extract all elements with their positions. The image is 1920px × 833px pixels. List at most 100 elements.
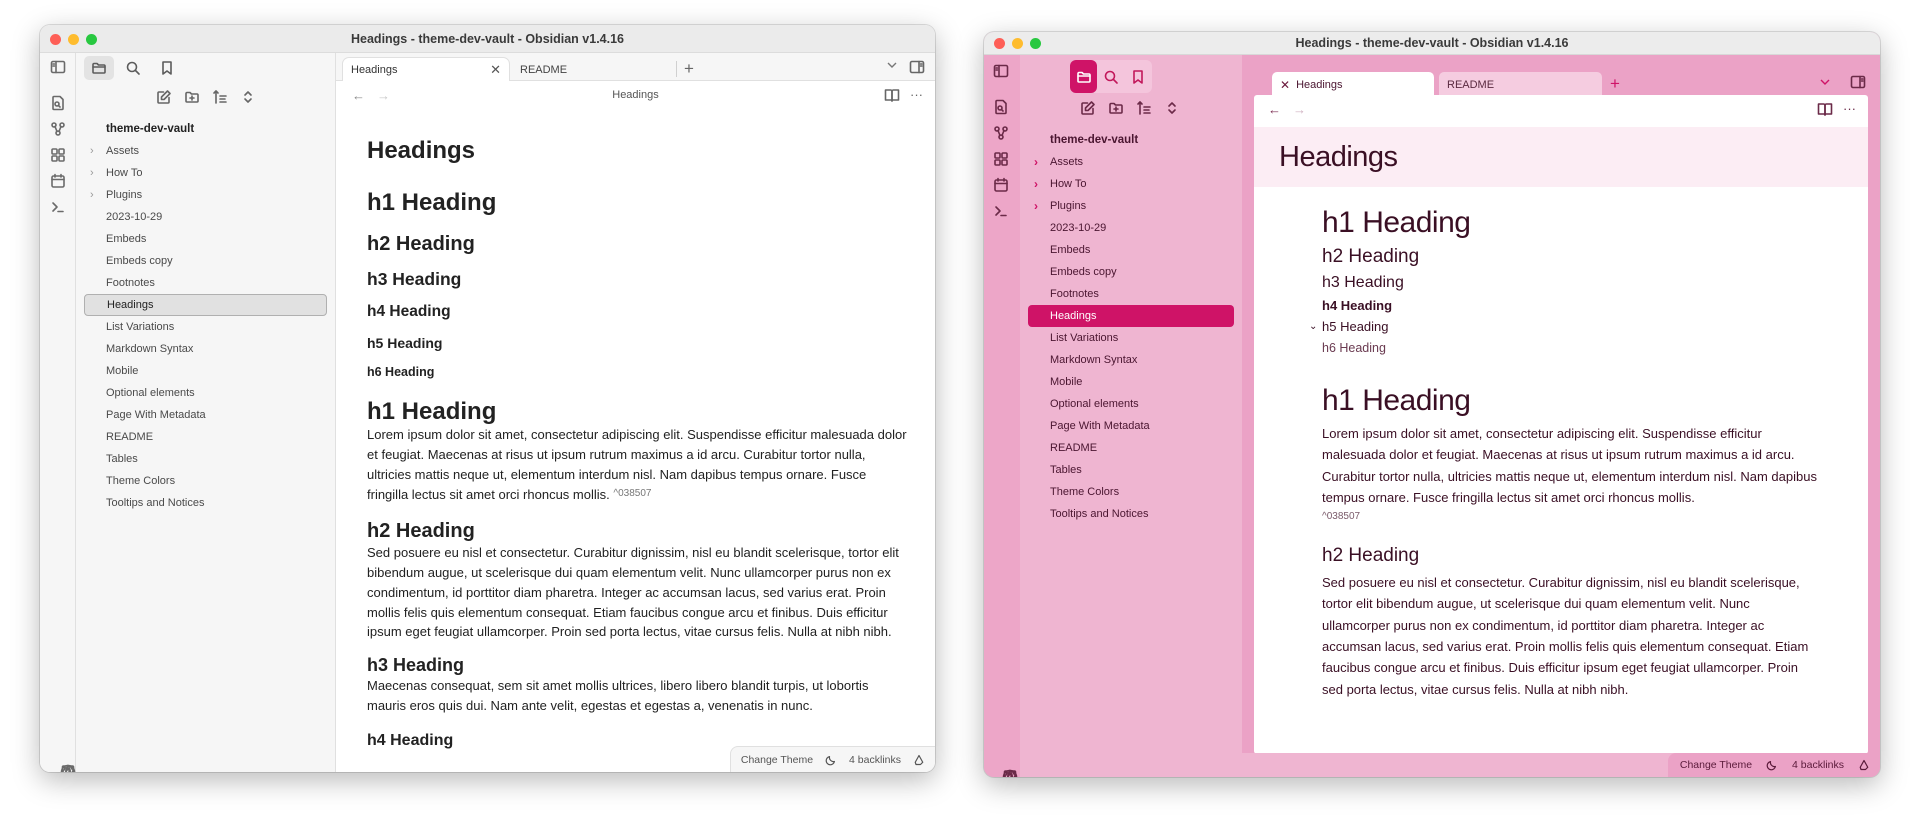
file-item[interactable]: Tables: [1028, 459, 1234, 481]
canvas-icon[interactable]: [993, 151, 1009, 167]
file-item[interactable]: Embeds copy: [1028, 261, 1234, 283]
new-folder-icon[interactable]: [184, 89, 200, 105]
file-item[interactable]: Mobile: [84, 360, 327, 382]
sidebar-toggle-icon[interactable]: [50, 59, 66, 75]
file-item[interactable]: List Variations: [84, 316, 327, 338]
canvas-icon[interactable]: [50, 147, 66, 163]
inline-title[interactable]: Headings: [1279, 141, 1398, 174]
file-item[interactable]: Tooltips and Notices: [84, 492, 327, 514]
new-folder-icon[interactable]: [1108, 100, 1124, 116]
folder-item[interactable]: › How To: [84, 162, 327, 184]
file-item[interactable]: Optional elements: [1028, 393, 1234, 415]
file-item[interactable]: Optional elements: [84, 382, 327, 404]
file-item[interactable]: Page With Metadata: [1028, 415, 1234, 437]
command-palette-icon[interactable]: [993, 203, 1009, 219]
file-item[interactable]: Markdown Syntax: [84, 338, 327, 360]
bookmarks-tab[interactable]: [152, 56, 182, 80]
file-item[interactable]: Tables: [84, 448, 327, 470]
file-item[interactable]: Footnotes: [84, 272, 327, 294]
sync-status-icon[interactable]: [913, 754, 925, 766]
reading-view-book-icon[interactable]: [1817, 101, 1833, 117]
new-note-icon[interactable]: [1080, 100, 1096, 116]
graph-view-icon[interactable]: [50, 121, 66, 137]
files-tab[interactable]: [1070, 60, 1098, 93]
bookmarks-tab[interactable]: [1125, 60, 1152, 93]
inline-title[interactable]: Headings: [367, 137, 907, 167]
right-sidebar-toggle-icon[interactable]: [909, 59, 925, 75]
change-theme-button[interactable]: Change Theme: [1680, 759, 1752, 771]
tab-readme[interactable]: README: [512, 57, 672, 82]
sync-status-icon[interactable]: [1858, 759, 1870, 771]
quick-switcher-icon[interactable]: [993, 99, 1009, 115]
change-theme-button[interactable]: Change Theme: [741, 754, 813, 766]
graph-view-icon[interactable]: [993, 125, 1009, 141]
settings-gear-icon[interactable]: [60, 764, 76, 772]
chevron-right-icon[interactable]: ›: [1034, 151, 1038, 173]
close-tab-icon[interactable]: ✕: [490, 62, 501, 78]
daily-note-calendar-icon[interactable]: [993, 177, 1009, 193]
chevron-right-icon[interactable]: ›: [1034, 173, 1038, 195]
folder-item[interactable]: › How To: [1028, 173, 1234, 195]
chevron-right-icon[interactable]: ›: [1034, 195, 1038, 217]
moon-icon[interactable]: [1766, 759, 1778, 771]
vault-root[interactable]: theme-dev-vault: [76, 118, 335, 140]
backlinks-count[interactable]: 4 backlinks: [1792, 759, 1844, 771]
file-item[interactable]: Mobile: [1028, 371, 1234, 393]
moon-icon[interactable]: [825, 754, 837, 766]
close-window-button[interactable]: [994, 38, 1005, 49]
file-item[interactable]: Page With Metadata: [84, 404, 327, 426]
minimize-window-button[interactable]: [68, 34, 79, 45]
search-tab[interactable]: [118, 56, 148, 80]
collapse-all-icon[interactable]: [240, 89, 256, 105]
settings-gear-icon[interactable]: [1002, 769, 1018, 777]
folder-item[interactable]: › Plugins: [84, 184, 327, 206]
forward-arrow-icon[interactable]: →: [1293, 102, 1306, 117]
command-palette-icon[interactable]: [50, 199, 66, 215]
folder-item[interactable]: › Plugins: [1028, 195, 1234, 217]
view-title[interactable]: Headings: [336, 89, 935, 101]
file-item[interactable]: Embeds copy: [84, 250, 327, 272]
files-tab[interactable]: [84, 56, 114, 80]
reading-view-book-icon[interactable]: [884, 87, 900, 103]
close-window-button[interactable]: [50, 34, 61, 45]
zoom-window-button[interactable]: [86, 34, 97, 45]
file-item[interactable]: Headings: [1028, 305, 1234, 327]
new-note-icon[interactable]: [156, 89, 172, 105]
zoom-window-button[interactable]: [1030, 38, 1041, 49]
file-item[interactable]: Embeds: [84, 228, 327, 250]
file-item[interactable]: Embeds: [1028, 239, 1234, 261]
more-options-icon[interactable]: ···: [910, 87, 923, 103]
tab-headings[interactable]: Headings ✕: [342, 57, 510, 82]
file-item[interactable]: Footnotes: [1028, 283, 1234, 305]
sidebar-toggle-icon[interactable]: [993, 63, 1009, 79]
sort-icon[interactable]: [1136, 100, 1152, 116]
folder-item[interactable]: › Assets: [1028, 151, 1234, 173]
file-item[interactable]: Theme Colors: [84, 470, 327, 492]
file-item[interactable]: README: [1028, 437, 1234, 459]
file-item[interactable]: Theme Colors: [1028, 481, 1234, 503]
chevron-right-icon[interactable]: ›: [90, 162, 94, 184]
tab-list-dropdown-icon[interactable]: [887, 60, 897, 72]
new-tab-button[interactable]: +: [1610, 74, 1620, 94]
file-item[interactable]: 2023-10-29: [1028, 217, 1234, 239]
file-item[interactable]: Tooltips and Notices: [1028, 503, 1234, 525]
chevron-right-icon[interactable]: ›: [90, 184, 94, 206]
file-item[interactable]: Headings: [84, 294, 327, 316]
new-tab-button[interactable]: +: [684, 59, 694, 79]
sort-icon[interactable]: [212, 89, 228, 105]
file-item[interactable]: README: [84, 426, 327, 448]
close-tab-icon[interactable]: ✕: [1280, 78, 1290, 92]
daily-note-calendar-icon[interactable]: [50, 173, 66, 189]
tab-list-dropdown-icon[interactable]: [1820, 77, 1830, 89]
search-tab[interactable]: [1097, 60, 1124, 93]
back-arrow-icon[interactable]: ←: [1268, 102, 1281, 117]
fold-chevron-down-icon[interactable]: ⌄: [1309, 318, 1317, 336]
file-item[interactable]: Markdown Syntax: [1028, 349, 1234, 371]
minimize-window-button[interactable]: [1012, 38, 1023, 49]
right-sidebar-toggle-icon[interactable]: [1850, 74, 1866, 90]
more-options-icon[interactable]: ···: [1843, 101, 1856, 117]
collapse-all-icon[interactable]: [1164, 100, 1180, 116]
quick-switcher-icon[interactable]: [50, 95, 66, 111]
file-item[interactable]: 2023-10-29: [84, 206, 327, 228]
chevron-right-icon[interactable]: ›: [90, 140, 94, 162]
